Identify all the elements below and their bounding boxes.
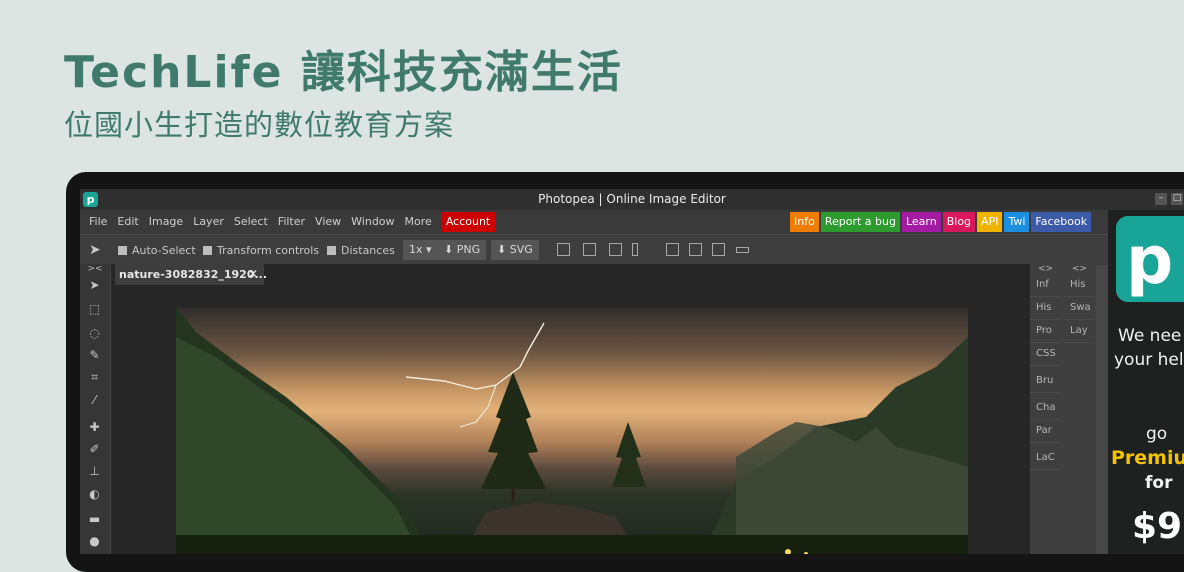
header-links: Info Report a bug Learn Blog API Twi Fac… [790, 212, 1092, 232]
image-canvas[interactable] [176, 307, 968, 554]
photopea-window: p Photopea | Online Image Editor – □ Fil… [80, 189, 1184, 554]
crop-tool-icon[interactable]: ⌗ [87, 370, 102, 384]
close-icon[interactable]: ✕ [248, 264, 258, 285]
distances-check-icon [327, 245, 336, 255]
panel-history[interactable]: His [1064, 274, 1095, 297]
link-facebook[interactable]: Facebook [1031, 212, 1092, 232]
panel-properties[interactable]: Pro [1030, 320, 1061, 343]
distances-checkbox[interactable]: Distances [327, 235, 395, 265]
panel-layers[interactable]: Lay [1064, 320, 1095, 343]
gradient-tool-icon[interactable]: ▬ [87, 512, 102, 526]
panel-swatches[interactable]: Swa [1064, 297, 1095, 320]
document-tab[interactable]: nature-3082832_1920... ✕ [115, 264, 268, 285]
maximize-icon[interactable]: □ [1171, 193, 1183, 205]
link-info[interactable]: Info [790, 212, 819, 232]
link-blog[interactable]: Blog [942, 212, 976, 232]
move-tool-icon[interactable]: ➤ [87, 278, 102, 292]
auto-select-check-icon [118, 245, 127, 255]
brush-tool-icon[interactable]: ✐ [87, 442, 102, 456]
quick-select-tool-icon[interactable]: ✎ [87, 348, 102, 362]
eyedropper-tool-icon[interactable]: ⁄ [87, 393, 102, 407]
link-report-bug[interactable]: Report a bug [820, 212, 900, 232]
landscape-photo [176, 307, 968, 554]
healing-brush-tool-icon[interactable]: ✚ [87, 420, 102, 434]
menu-window[interactable]: Window [346, 210, 399, 234]
page-subheadline: 位國小生打造的數位教育方案 [64, 108, 455, 142]
document-area: nature-3082832_1920... ✕ [111, 264, 1031, 554]
zoom-dropdown[interactable]: 1x ▾ [403, 240, 438, 260]
auto-select-checkbox[interactable]: Auto-Select [118, 235, 196, 265]
menu-select[interactable]: Select [229, 210, 273, 234]
panel-histogram[interactable]: His [1030, 297, 1061, 320]
distribute-center-icon[interactable] [689, 243, 702, 256]
download-icon: ⬇ [497, 243, 510, 256]
photopea-logo-icon: p [1116, 216, 1184, 302]
distribute-right-icon[interactable] [712, 243, 725, 256]
align-right-icon[interactable] [609, 243, 622, 256]
blur-tool-icon[interactable]: ● [87, 534, 102, 548]
export-svg-label: SVG [509, 243, 533, 256]
options-bar: ➤ Auto-Select Transform controls Distanc… [80, 234, 1184, 265]
panel-info[interactable]: Inf [1030, 274, 1061, 297]
account-button[interactable]: Account [440, 212, 496, 232]
ad-line-2: your hel [1114, 350, 1184, 370]
panel-column-right: <> His Swa Lay [1064, 264, 1095, 554]
link-twitter[interactable]: Twi [1004, 212, 1030, 232]
align-center-icon[interactable] [583, 243, 596, 256]
panel-column-left: <> Inf His Pro CSS Bru Cha Par LaC [1030, 264, 1061, 554]
expand-panels-icon[interactable]: <> [1064, 264, 1095, 274]
panel-brush[interactable]: Bru [1030, 370, 1061, 393]
distribute-horizontal-icon[interactable] [736, 247, 749, 253]
ad-line-4: for [1145, 473, 1173, 493]
auto-select-label: Auto-Select [132, 243, 196, 257]
menu-more[interactable]: More [400, 210, 437, 234]
premium-ad[interactable]: p We nee your hel go Premiu for $9 [1108, 210, 1184, 554]
expand-panels-icon[interactable]: <> [1030, 264, 1061, 274]
transform-controls-checkbox[interactable]: Transform controls [203, 235, 319, 265]
distances-label: Distances [341, 243, 395, 257]
transform-controls-check-icon [203, 245, 212, 255]
panel-character[interactable]: Cha [1030, 397, 1061, 420]
export-png-button[interactable]: ⬇ PNG [438, 240, 487, 260]
title-bar: p Photopea | Online Image Editor – □ [80, 189, 1184, 210]
eraser-tool-icon[interactable]: ◐ [87, 487, 102, 501]
collapse-tools-icon[interactable]: >< [80, 264, 110, 274]
panel-css[interactable]: CSS [1030, 343, 1061, 366]
move-tool-icon[interactable]: ➤ [89, 235, 101, 265]
link-api[interactable]: API [977, 212, 1003, 232]
menu-bar: File Edit Image Layer Select Filter View… [80, 210, 1184, 234]
menu-image[interactable]: Image [144, 210, 188, 234]
export-svg-button[interactable]: ⬇ SVG [491, 240, 539, 260]
menu-layer[interactable]: Layer [188, 210, 229, 234]
document-tab-label: nature-3082832_1920... [119, 268, 268, 281]
ad-line-1: We nee [1118, 326, 1182, 346]
stamp-tool-icon[interactable]: ⊥ [87, 464, 102, 478]
ad-premium: Premiu [1111, 447, 1184, 469]
export-png-label: PNG [456, 243, 481, 256]
link-learn[interactable]: Learn [901, 212, 941, 232]
menu-edit[interactable]: Edit [112, 210, 143, 234]
distribute-left-icon[interactable] [666, 243, 679, 256]
menu-file[interactable]: File [84, 210, 112, 234]
download-icon: ⬇ [444, 243, 457, 256]
marquee-tool-icon[interactable]: ⬚ [87, 302, 102, 316]
transform-controls-label: Transform controls [217, 243, 320, 257]
menu-view[interactable]: View [310, 210, 346, 234]
align-left-icon[interactable] [557, 243, 570, 256]
ad-price: $9 [1132, 506, 1183, 547]
align-top-icon[interactable] [632, 243, 638, 256]
menu-filter[interactable]: Filter [273, 210, 310, 234]
page-headline: TechLife 讓科技充滿生活 [64, 47, 623, 98]
side-panels: <> Inf His Pro CSS Bru Cha Par LaC <> Hi… [1030, 264, 1096, 554]
ad-line-3: go [1146, 424, 1168, 444]
tools-panel: >< ➤ ⬚ ◌ ✎ ⌗ ⁄ ✚ ✐ ⊥ ◐ ▬ ● [80, 264, 110, 554]
window-title: Photopea | Online Image Editor [538, 192, 726, 206]
panel-layer-comps[interactable]: LaC [1030, 447, 1061, 470]
panel-paragraph[interactable]: Par [1030, 420, 1061, 443]
minimize-icon[interactable]: – [1155, 193, 1167, 205]
lasso-tool-icon[interactable]: ◌ [87, 326, 102, 340]
